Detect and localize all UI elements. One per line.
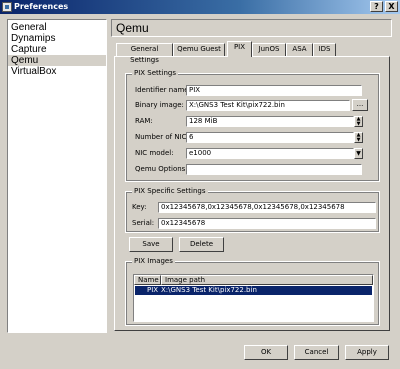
pix-settings-title: PIX Settings (132, 69, 179, 77)
nic-model-select[interactable]: e1000 (186, 148, 354, 159)
pix-images-group: PIX Images Name Image path PIX X:\GNS3 T… (125, 257, 380, 326)
ok-button[interactable]: OK (244, 345, 288, 360)
binary-image-label: Binary image: (135, 101, 184, 109)
browse-button[interactable]: ... (352, 99, 368, 111)
ram-spinner[interactable]: ▲ ▼ (354, 116, 363, 127)
help-button[interactable]: ? (370, 1, 383, 12)
tab-ids[interactable]: IDS (313, 43, 336, 56)
category-item-qemu[interactable]: Qemu (8, 55, 106, 66)
spin-down-icon[interactable]: ▼ (355, 122, 362, 127)
table-header: Name Image path (134, 275, 373, 285)
category-item-virtualbox[interactable]: VirtualBox (8, 66, 106, 77)
qemu-options-label: Qemu Options: (135, 165, 188, 173)
row-name: PIX (147, 286, 159, 294)
key-label: Key: (132, 203, 147, 211)
title-bar[interactable]: Preferences ? X (0, 0, 400, 14)
chevron-down-icon[interactable]: ▼ (354, 148, 363, 159)
window-title: Preferences (14, 2, 69, 11)
pix-settings-group: PIX Settings Identifier name: PIX Binary… (125, 69, 380, 182)
save-button[interactable]: Save (129, 237, 173, 252)
pix-images-table[interactable]: Name Image path PIX X:\GNS3 Test Kit\pix… (133, 274, 374, 322)
ram-label: RAM: (135, 117, 153, 125)
nics-label: Number of NICs: (135, 133, 193, 141)
tab-general-settings[interactable]: General Settings (116, 43, 173, 64)
tab-panel-pix: PIX Settings Identifier name: PIX Binary… (114, 56, 390, 331)
category-item-capture[interactable]: Capture (8, 44, 106, 55)
delete-button[interactable]: Delete (179, 237, 224, 252)
app-icon (2, 2, 12, 12)
binary-image-input[interactable]: X:\GNS3 Test Kit\pix722.bin (186, 100, 350, 111)
category-item-general[interactable]: General (8, 22, 106, 33)
column-header-name[interactable]: Name (134, 275, 161, 285)
spin-down-icon[interactable]: ▼ (355, 138, 362, 143)
identifier-input[interactable]: PIX (186, 85, 362, 96)
nic-model-label: NIC model: (135, 149, 174, 157)
category-list[interactable]: General Dynamips Capture Qemu VirtualBox (7, 19, 107, 333)
key-input[interactable]: 0x12345678,0x12345678,0x12345678,0x12345… (158, 202, 376, 213)
tab-qemu-guest[interactable]: Qemu Guest (173, 43, 225, 56)
table-row[interactable]: PIX X:\GNS3 Test Kit\pix722.bin (135, 286, 372, 295)
tab-pix[interactable]: PIX (227, 41, 252, 57)
serial-label: Serial: (132, 219, 155, 227)
apply-button[interactable]: Apply (345, 345, 389, 360)
close-button[interactable]: X (385, 1, 398, 12)
tab-asa[interactable]: ASA (286, 43, 313, 56)
tab-junos[interactable]: JunOS (252, 43, 286, 56)
ram-input[interactable]: 128 MiB (186, 116, 354, 127)
cancel-button[interactable]: Cancel (294, 345, 339, 360)
pix-images-title: PIX Images (132, 257, 175, 265)
pix-specific-group: PIX Specific Settings Key: 0x12345678,0x… (125, 187, 380, 233)
page-title: Qemu (111, 19, 392, 37)
category-item-dynamips[interactable]: Dynamips (8, 33, 106, 44)
pix-specific-title: PIX Specific Settings (132, 187, 208, 195)
qemu-options-input[interactable] (186, 164, 362, 175)
row-image-path: X:\GNS3 Test Kit\pix722.bin (161, 286, 257, 294)
column-header-image-path[interactable]: Image path (161, 275, 373, 285)
nics-spinner[interactable]: ▲ ▼ (354, 132, 363, 143)
nics-input[interactable]: 6 (186, 132, 354, 143)
serial-input[interactable]: 0x12345678 (158, 218, 376, 229)
identifier-label: Identifier name: (135, 86, 191, 94)
